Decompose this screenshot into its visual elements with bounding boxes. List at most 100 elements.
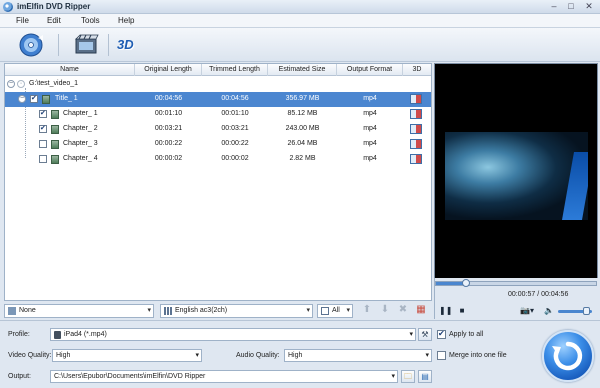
3d-edit-icon[interactable]	[410, 124, 422, 134]
row-format: mp4	[363, 140, 377, 147]
audio-quality-select[interactable]: High ▾	[284, 349, 432, 362]
table-row[interactable]: Chapter_ 4 00:00:02 00:00:02 2.82 MB mp4	[5, 152, 431, 167]
app-logo-icon	[3, 2, 13, 12]
row-trimmed: 00:01:10	[221, 110, 249, 117]
menu-help[interactable]: Help	[118, 16, 134, 25]
menu-edit[interactable]: Edit	[47, 16, 61, 25]
row-trimmed: 00:04:56	[221, 95, 249, 102]
audio-quality-label: Audio Quality:	[236, 352, 280, 359]
column-trimmed-length[interactable]: Trimmed Length	[202, 64, 268, 76]
collapse-icon[interactable]: −	[7, 80, 15, 88]
list-settings-button[interactable]: ▦	[414, 304, 428, 317]
edit-video-button[interactable]	[72, 32, 102, 58]
menu-file[interactable]: File	[16, 16, 29, 25]
browse-folder-button[interactable]: 🗀	[401, 370, 415, 383]
3d-edit-icon[interactable]	[410, 154, 422, 164]
title-icon	[42, 95, 50, 104]
row-original: 00:01:10	[154, 110, 183, 117]
chevron-down-icon: ▾	[346, 307, 350, 314]
row-checkbox[interactable]	[39, 155, 47, 163]
pause-button[interactable]: ❚❚	[439, 305, 452, 317]
output-path-value: C:\Users\Epubor\Documents\imElfin\DVD Ri…	[54, 373, 206, 380]
column-output-format[interactable]: Output Format	[337, 64, 403, 76]
seek-bar[interactable]	[435, 281, 597, 286]
column-name[interactable]: Name	[5, 64, 135, 76]
merge-checkbox[interactable]	[437, 351, 446, 360]
3d-edit-icon[interactable]	[410, 109, 422, 119]
filter-value: All	[332, 307, 340, 314]
volume-thumb[interactable]	[583, 307, 590, 315]
3d-edit-icon[interactable]	[410, 94, 422, 104]
folder-node-icon: ·	[17, 80, 25, 88]
column-original-length[interactable]: Original Length	[135, 64, 202, 76]
row-format: mp4	[363, 110, 377, 117]
table-row[interactable]: Chapter_ 1 00:01:10 00:01:10 85.12 MB mp…	[5, 107, 431, 122]
profile-value: iPad4 (*.mp4)	[64, 331, 107, 338]
row-original: 00:04:56	[154, 95, 183, 102]
move-up-button[interactable]: ⬆	[360, 304, 374, 317]
toolbar-separator	[108, 34, 109, 56]
convert-icon	[552, 341, 583, 371]
volume-icon[interactable]: 🔈	[543, 305, 555, 317]
apply-all-label: Apply to all	[449, 331, 484, 338]
move-down-button[interactable]: ⬇	[378, 304, 392, 317]
tree-root[interactable]: − · G:\test_video_1	[5, 77, 431, 92]
title-bar: imElfin DVD Ripper – □ ✕	[0, 0, 600, 14]
maximize-button[interactable]: □	[564, 1, 578, 12]
minimize-button[interactable]: –	[547, 1, 561, 12]
profile-settings-button[interactable]: ⚒	[418, 328, 432, 341]
seek-thumb[interactable]	[462, 279, 470, 287]
list-header: Name Original Length Trimmed Length Esti…	[5, 64, 431, 76]
load-dvd-button[interactable]	[16, 32, 46, 58]
chevron-down-icon: ▾	[147, 307, 151, 314]
video-edit-icon	[75, 34, 99, 54]
collapse-icon[interactable]: −	[18, 95, 26, 103]
3d-settings-button[interactable]: 3D	[114, 32, 144, 58]
subtitle-select[interactable]: None ▾	[4, 304, 154, 318]
row-checkbox[interactable]	[39, 124, 47, 133]
row-original: 00:00:22	[154, 140, 183, 147]
open-folder-button[interactable]: ▤	[418, 370, 432, 383]
row-size: 26.04 MB	[287, 140, 318, 147]
profile-select[interactable]: iPad4 (*.mp4) ▾	[50, 328, 416, 341]
toolbar-separator	[58, 34, 59, 56]
3d-edit-icon[interactable]	[410, 139, 422, 149]
audio-track-select[interactable]: English ac3(2ch) ▾	[160, 304, 313, 318]
row-name: Chapter_ 3	[63, 140, 98, 147]
menu-tools[interactable]: Tools	[81, 16, 100, 25]
table-row[interactable]: Chapter_ 3 00:00:22 00:00:22 26.04 MB mp…	[5, 137, 431, 152]
table-row[interactable]: − Title_ 1 00:04:56 00:04:56 356.97 MB m…	[5, 92, 431, 107]
remove-button[interactable]: ✖	[396, 304, 410, 317]
table-row[interactable]: Chapter_ 2 00:03:21 00:03:21 243.00 MB m…	[5, 122, 431, 137]
row-checkbox[interactable]	[30, 94, 38, 103]
chapter-icon	[51, 140, 59, 149]
audio-icon	[164, 307, 172, 315]
video-quality-value: High	[56, 352, 71, 359]
video-quality-select[interactable]: High ▾	[52, 349, 202, 362]
row-checkbox[interactable]	[39, 109, 47, 118]
output-path-field[interactable]: C:\Users\Epubor\Documents\imElfin\DVD Ri…	[50, 370, 398, 383]
chevron-down-icon: ▾	[195, 352, 199, 359]
chapter-icon	[51, 155, 59, 164]
convert-button[interactable]	[542, 330, 594, 382]
apply-all-checkbox[interactable]	[437, 329, 446, 339]
row-name: Title_ 1	[55, 95, 78, 102]
filter-select[interactable]: All ▾	[317, 304, 353, 318]
snapshot-button[interactable]: 📷▾	[518, 305, 536, 317]
column-estimated-size[interactable]: Estimated Size	[268, 64, 337, 76]
stop-button[interactable]: ■	[456, 305, 468, 317]
chevron-down-icon: ▾	[425, 352, 429, 359]
track-controls: None ▾ English ac3(2ch) ▾ All ▾ ⬆ ⬇ ✖ ▦	[4, 303, 432, 319]
audio-quality-value: High	[288, 352, 303, 359]
preview-frame	[445, 132, 588, 220]
profile-label: Profile:	[8, 331, 30, 338]
row-trimmed: 00:00:02	[221, 155, 249, 162]
row-trimmed: 00:00:22	[221, 140, 249, 147]
chapter-icon	[51, 125, 59, 134]
row-checkbox[interactable]	[39, 140, 47, 148]
close-button[interactable]: ✕	[582, 1, 596, 12]
title-list: Name Original Length Trimmed Length Esti…	[4, 63, 432, 301]
chapter-icon	[51, 110, 59, 119]
row-name: Chapter_ 4	[63, 155, 98, 162]
column-3d[interactable]: 3D	[403, 64, 431, 76]
